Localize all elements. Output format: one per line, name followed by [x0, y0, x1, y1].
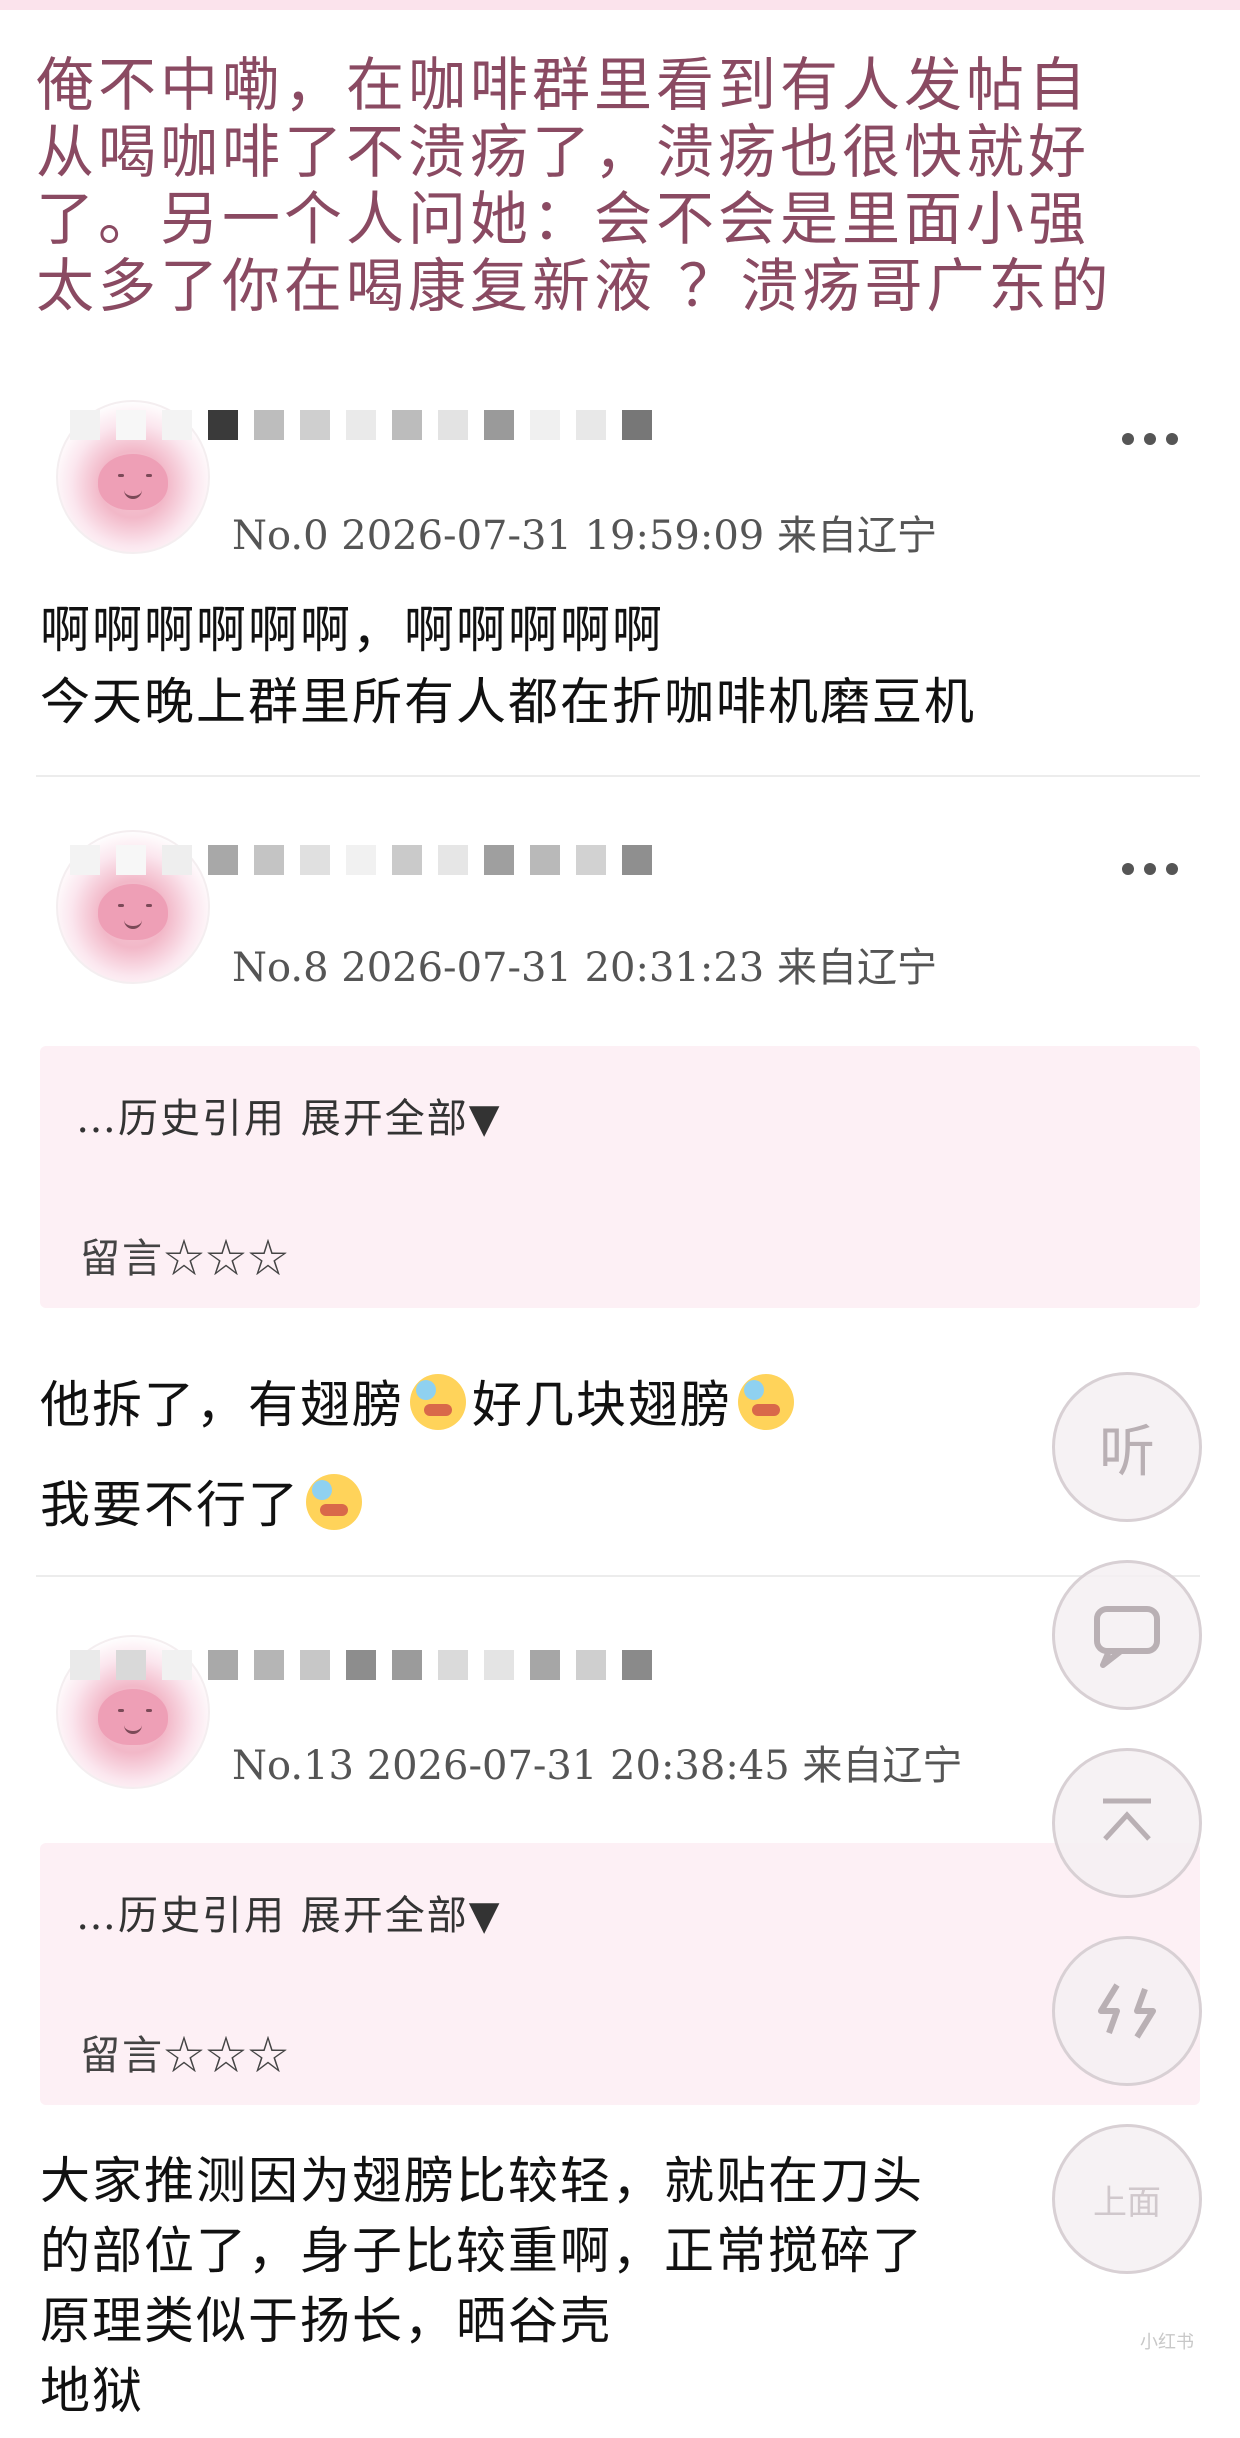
post-content: 他拆了，有翅膀 好几块翅膀 我要不行了 — [40, 1355, 800, 1555]
post-header-text: 俺不中嘞，在咖啡群里看到有人发帖自 从喝咖啡了不溃疡了，溃疡也很快就好 了。另一… — [36, 52, 1206, 320]
header-line: 了。另一个人问她：会不会是里面小强 — [36, 185, 1091, 253]
content-line: 啊啊啊啊啊啊，啊啊啊啊啊 — [40, 601, 664, 659]
quote-box: …历史引用 展开全部▼ 留言☆☆☆ — [40, 1843, 1200, 2105]
blurred-username[interactable] — [70, 410, 668, 440]
top-bar — [0, 0, 1240, 10]
post-content: 大家推测因为翅膀比较轻，就贴在刀头 的部位了，身子比较重啊，正常搅碎了 原理类似… — [40, 2146, 924, 2426]
watermark: 小红书 — [1140, 2332, 1194, 2353]
expand-history-link[interactable]: …历史引用 展开全部▼ — [76, 1883, 501, 1941]
quote-box: …历史引用 展开全部▼ 留言☆☆☆ — [40, 1046, 1200, 1308]
listen-button[interactable]: 听 — [1052, 1372, 1202, 1522]
more-options-icon[interactable] — [1122, 432, 1178, 446]
more-options-icon[interactable] — [1122, 862, 1178, 876]
comment-button[interactable] — [1052, 1560, 1202, 1710]
post-meta: No.13 2026-07-31 20:38:45 来自辽宁 — [232, 1743, 963, 1789]
divider — [36, 775, 1200, 777]
expand-history-link[interactable]: …历史引用 展开全部▼ — [76, 1086, 501, 1144]
post-content: 啊啊啊啊啊啊，啊啊啊啊啊 今天晚上群里所有人都在折咖啡机磨豆机 — [40, 594, 976, 738]
crying-emoji-icon — [306, 1474, 362, 1530]
header-line: 从喝咖啡了不溃疡了，溃疡也很快就好 — [36, 118, 1091, 186]
speech-bubble-icon — [1094, 1606, 1160, 1668]
blurred-username[interactable] — [70, 1650, 668, 1680]
content-line: 地狱 — [40, 2362, 144, 2420]
header-line: 太多了你在喝康复新液 ？溃疡哥广东的 — [36, 252, 1113, 320]
divider — [36, 1575, 1200, 1577]
back-to-top-icon — [1103, 1798, 1151, 1841]
crying-emoji-icon — [738, 1374, 794, 1430]
quote-message: 留言☆☆☆ — [80, 2033, 290, 2079]
crying-emoji-icon — [410, 1374, 466, 1430]
content-line: 原理类似于扬长，晒谷壳 — [40, 2292, 612, 2350]
refresh-button[interactable] — [1052, 1936, 1202, 2086]
scroll-up-label: 上面 — [1093, 2182, 1161, 2223]
back-to-top-button[interactable] — [1052, 1748, 1202, 1898]
content-text: 我要不行了 — [40, 1476, 300, 1534]
content-line: 的部位了，身子比较重啊，正常搅碎了 — [40, 2222, 924, 2280]
content-text: 好几块翅膀 — [472, 1376, 732, 1434]
scroll-up-button[interactable]: 上面 — [1052, 2124, 1202, 2274]
blurred-username[interactable] — [70, 845, 668, 875]
content-line: 今天晚上群里所有人都在折咖啡机磨豆机 — [40, 673, 976, 731]
listen-label: 听 — [1099, 1419, 1155, 1485]
content-text: 他拆了，有翅膀 — [40, 1376, 404, 1434]
content-line: 大家推测因为翅膀比较轻，就贴在刀头 — [40, 2152, 924, 2210]
header-line: 俺不中嘞，在咖啡群里看到有人发帖自 — [36, 51, 1091, 119]
post-meta: No.0 2026-07-31 19:59:09 来自辽宁 — [232, 513, 937, 559]
refresh-icon — [1098, 1983, 1156, 2039]
quote-message: 留言☆☆☆ — [80, 1236, 290, 1282]
post-meta: No.8 2026-07-31 20:31:23 来自辽宁 — [232, 945, 937, 991]
